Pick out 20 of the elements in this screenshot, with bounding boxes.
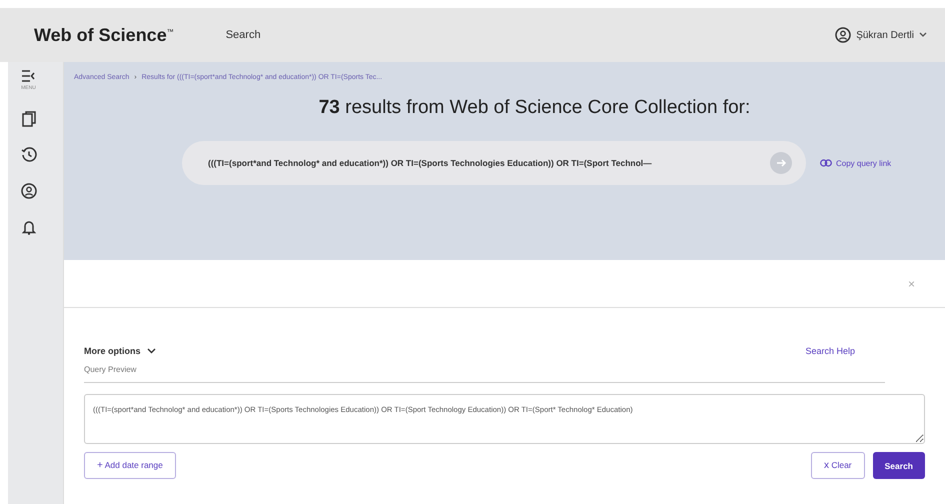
- user-menu[interactable]: Şükran Dertli: [829, 26, 933, 44]
- documents-icon[interactable]: [22, 111, 36, 127]
- link-icon: [820, 159, 832, 167]
- history-icon[interactable]: [20, 147, 36, 163]
- caret-icon: [919, 32, 927, 38]
- query-preview-label: Query Preview: [84, 365, 138, 374]
- results-heading: 73 results from Web of Science Core Collection for:: [318, 97, 752, 119]
- add-date-range-button[interactable]: + Add date range: [84, 452, 176, 479]
- search-button[interactable]: Search: [872, 452, 925, 479]
- logo[interactable]: Web of Science$^{™}$: [34, 24, 174, 46]
- query-field[interactable]: (((TI=(sport*and Technolog* and education*)) OR TI=(Sports Technologies Education)) OR TI=(Sport Technol—: [182, 141, 806, 185]
- more-options-toggle[interactable]: More options: [84, 346, 156, 356]
- copy-query-link[interactable]: Copy query link: [820, 158, 892, 168]
- chevron-icon: [146, 348, 156, 354]
- clear-button[interactable]: x Clear: [810, 452, 865, 479]
- bell-icon[interactable]: [22, 219, 36, 235]
- search-help-link[interactable]: Search Help: [805, 346, 855, 356]
- profile-icon[interactable]: [20, 183, 36, 199]
- user-icon: [835, 27, 852, 43]
- search-nav-link[interactable]: Search: [226, 29, 261, 41]
